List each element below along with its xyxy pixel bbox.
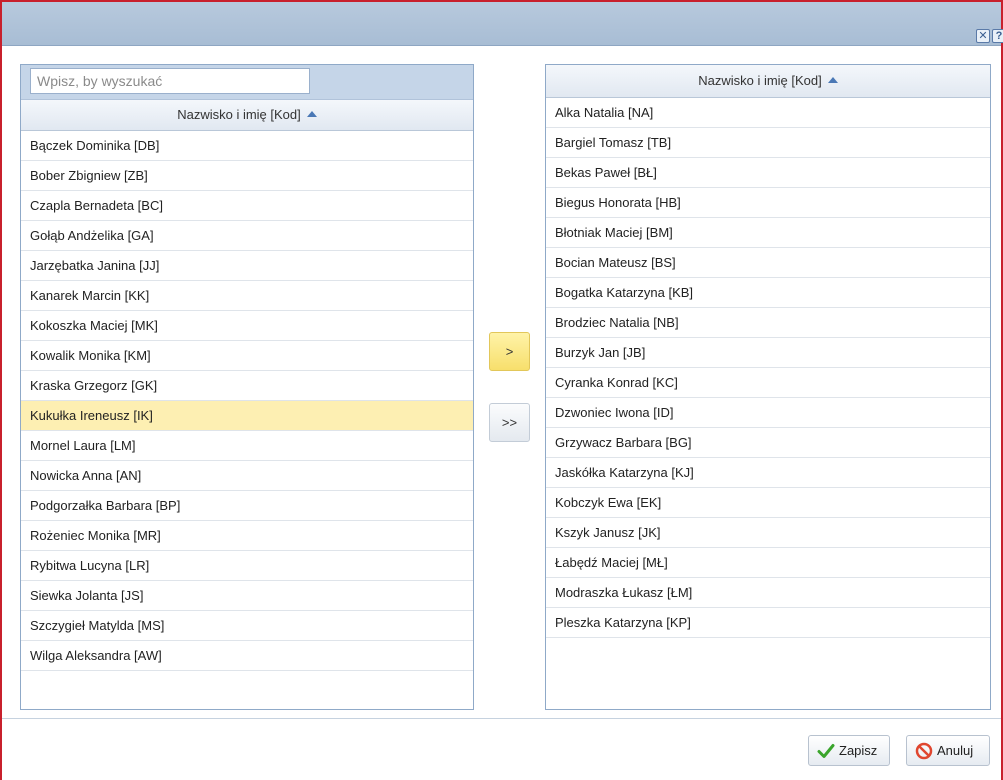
column-header-label: Nazwisko i imię [Kod] xyxy=(177,107,301,122)
list-item[interactable]: Siewka Jolanta [JS] xyxy=(21,581,473,611)
sort-ascending-icon xyxy=(306,111,317,117)
available-list-header[interactable]: Nazwisko i imię [Kod] xyxy=(21,100,473,131)
list-item[interactable]: Kraska Grzegorz [GK] xyxy=(21,371,473,401)
list-item[interactable]: Mornel Laura [LM] xyxy=(21,431,473,461)
available-list: Bączek Dominika [DB] Bober Zbigniew [ZB] C… xyxy=(21,131,473,671)
list-item[interactable]: Czapla Bernadeta [BC] xyxy=(21,191,473,221)
available-list-panel: Nazwisko i imię [Kod] Bączek Dominika [D… xyxy=(20,64,474,710)
list-item[interactable]: Gołąb Andżelika [GA] xyxy=(21,221,473,251)
list-item[interactable]: Bączek Dominika [DB] xyxy=(21,131,473,161)
help-icon[interactable]: ? xyxy=(992,29,1003,43)
list-item[interactable]: Grzywacz Barbara [BG] xyxy=(546,428,990,458)
list-item[interactable]: Dzwoniec Iwona [ID] xyxy=(546,398,990,428)
dialog: ✕ ? Nazwisko i imię [Kod] Bączek Dominik… xyxy=(0,0,1003,780)
list-item[interactable]: Bargiel Tomasz [TB] xyxy=(546,128,990,158)
selected-list-header[interactable]: Nazwisko i imię [Kod] xyxy=(546,65,990,98)
list-item[interactable]: Nowicka Anna [AN] xyxy=(21,461,473,491)
list-item[interactable]: Kokoszka Maciej [MK] xyxy=(21,311,473,341)
list-item[interactable]: Bober Zbigniew [ZB] xyxy=(21,161,473,191)
list-item[interactable]: Podgorzałka Barbara [BP] xyxy=(21,491,473,521)
list-item[interactable]: Brodziec Natalia [NB] xyxy=(546,308,990,338)
list-item[interactable]: Alka Natalia [NA] xyxy=(546,98,990,128)
list-item[interactable]: Rożeniec Monika [MR] xyxy=(21,521,473,551)
list-item[interactable]: Szczygieł Matylda [MS] xyxy=(21,611,473,641)
list-item[interactable]: Bekas Paweł [BŁ] xyxy=(546,158,990,188)
list-item[interactable]: Kobczyk Ewa [EK] xyxy=(546,488,990,518)
list-item[interactable]: Bocian Mateusz [BS] xyxy=(546,248,990,278)
list-item[interactable]: Cyranka Konrad [KC] xyxy=(546,368,990,398)
list-item[interactable]: Bogatka Katarzyna [KB] xyxy=(546,278,990,308)
list-item[interactable]: Jaskółka Katarzyna [KJ] xyxy=(546,458,990,488)
cancel-icon xyxy=(915,742,933,760)
search-input[interactable] xyxy=(30,68,310,94)
sort-ascending-icon xyxy=(827,77,838,83)
list-item[interactable]: Modraszka Łukasz [ŁM] xyxy=(546,578,990,608)
column-header-label: Nazwisko i imię [Kod] xyxy=(698,73,822,88)
cancel-label: Anuluj xyxy=(937,743,974,758)
dialog-titlebar: ✕ ? xyxy=(2,2,1003,46)
close-icon[interactable]: ✕ xyxy=(976,29,990,43)
move-selected-button[interactable]: > xyxy=(489,332,530,371)
dialog-footer: Zapisz Anuluj xyxy=(2,718,1001,780)
list-item[interactable]: Rybitwa Lucyna [LR] xyxy=(21,551,473,581)
list-item[interactable]: Jarzębatka Janina [JJ] xyxy=(21,251,473,281)
list-item[interactable]: Wilga Aleksandra [AW] xyxy=(21,641,473,671)
list-item[interactable]: Łabędź Maciej [MŁ] xyxy=(546,548,990,578)
search-bar xyxy=(21,65,473,100)
list-item[interactable]: Kszyk Janusz [JK] xyxy=(546,518,990,548)
list-item[interactable]: Kowalik Monika [KM] xyxy=(21,341,473,371)
selected-list-panel: Nazwisko i imię [Kod] Alka Natalia [NA] B… xyxy=(545,64,991,710)
save-button[interactable]: Zapisz xyxy=(808,735,890,766)
list-item[interactable]: Kukułka Ireneusz [IK] xyxy=(21,401,473,431)
list-item[interactable]: Biegus Honorata [HB] xyxy=(546,188,990,218)
list-item[interactable]: Burzyk Jan [JB] xyxy=(546,338,990,368)
list-item[interactable]: Kanarek Marcin [KK] xyxy=(21,281,473,311)
list-item[interactable]: Błotniak Maciej [BM] xyxy=(546,218,990,248)
checkmark-icon xyxy=(817,744,835,758)
cancel-button[interactable]: Anuluj xyxy=(906,735,990,766)
move-all-button[interactable]: >> xyxy=(489,403,530,442)
selected-list: Alka Natalia [NA] Bargiel Tomasz [TB] Beka… xyxy=(546,98,990,638)
save-label: Zapisz xyxy=(839,743,878,758)
list-item[interactable]: Pleszka Katarzyna [KP] xyxy=(546,608,990,638)
